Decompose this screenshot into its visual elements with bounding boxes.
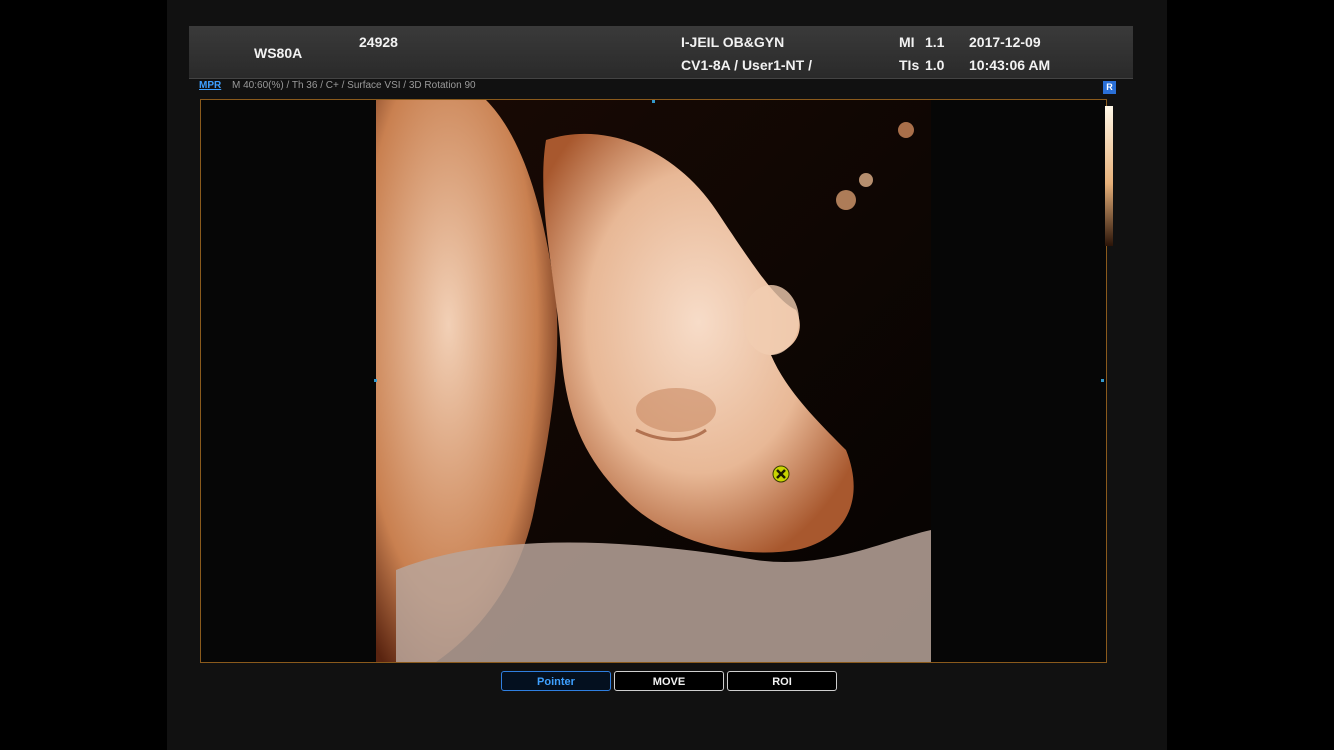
render-mode-icon[interactable]: R — [1103, 81, 1116, 94]
probe-preset: CV1-8A / User1-NT / — [681, 57, 812, 73]
header-bar: WS80A 24928 I-JEIL OB&GYN CV1-8A / User1… — [189, 26, 1133, 79]
mi-label: MI — [899, 34, 915, 50]
patient-id: 24928 — [359, 34, 398, 50]
institution: I-JEIL OB&GYN — [681, 34, 785, 50]
model-label: WS80A — [254, 45, 303, 61]
orientation-tick-top — [652, 100, 655, 103]
orientation-tick-left — [374, 379, 377, 382]
mi-value: 1.1 — [925, 34, 945, 50]
tis-label: TIs — [899, 57, 920, 73]
fetal-face-render — [376, 100, 931, 662]
roi-button[interactable]: ROI — [727, 671, 837, 691]
exam-date: 2017-12-09 — [969, 34, 1041, 50]
pointer-cursor-icon[interactable] — [772, 465, 790, 483]
move-button[interactable]: MOVE — [614, 671, 724, 691]
orientation-tick-right — [1101, 379, 1104, 382]
grayscale-colorbar — [1105, 106, 1113, 246]
exam-time: 10:43:06 AM — [969, 57, 1051, 73]
mpr-mode-link[interactable]: MPR — [199, 80, 221, 91]
ultrasound-screen: WS80A 24928 I-JEIL OB&GYN CV1-8A / User1… — [167, 0, 1167, 750]
tis-value: 1.0 — [925, 57, 945, 73]
render-params-bar: MPR M 40:60(%) / Th 36 / C+ / Surface VS… — [199, 80, 1129, 94]
pointer-button[interactable]: Pointer — [501, 671, 611, 691]
render-params: M 40:60(%) / Th 36 / C+ / Surface VSI / … — [232, 80, 476, 91]
3d-viewport[interactable] — [200, 99, 1107, 663]
